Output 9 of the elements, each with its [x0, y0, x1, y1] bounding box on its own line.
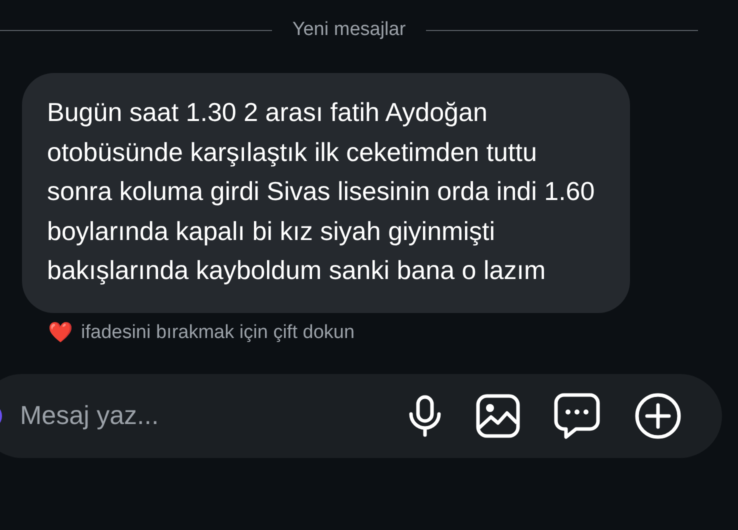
add-icon[interactable] [634, 392, 682, 440]
image-icon[interactable] [476, 394, 520, 438]
new-messages-label: Yeni mesajlar [292, 19, 406, 41]
chat-bubble-icon[interactable] [554, 392, 600, 438]
message-input[interactable]: Mesaj yaz... [18, 399, 374, 432]
message-bubble: Bugün saat 1.30 2 arası fatih Aydoğan otobüsünde karşılaştık ilk ceketimden tuttu sonra koluma girdi Sivas lisesinin orda indi 1.60 boylarında kapalı bi kız siyah giyinmişti bakışlarında kayboldum sanki bana o lazım [22, 73, 630, 312]
reaction-hint: ifadesini bırakmak için çift dokun [81, 322, 355, 344]
heart-emoji: ❤ [48, 322, 73, 342]
microphone-icon[interactable] [408, 394, 442, 436]
